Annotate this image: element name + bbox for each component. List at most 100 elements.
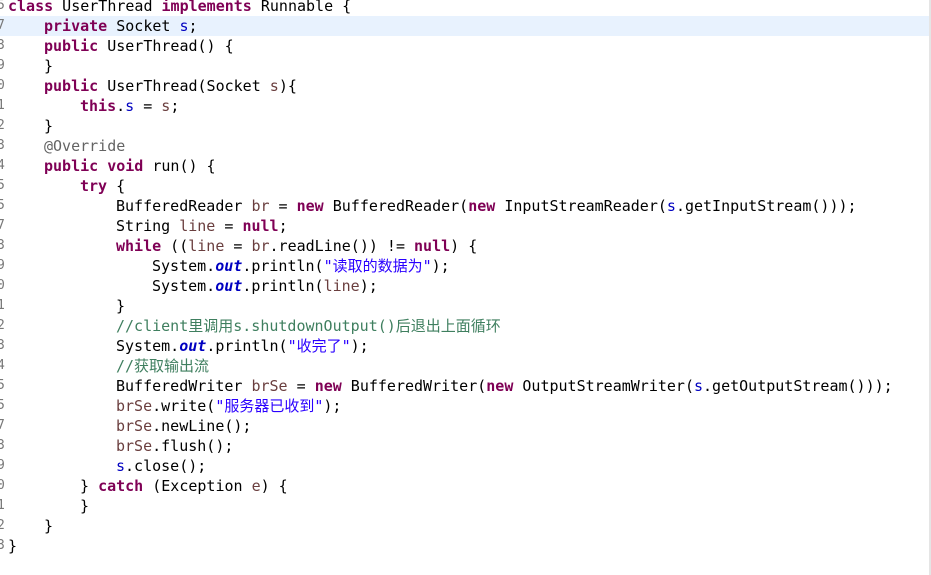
code-token: BufferedWriter( [341, 377, 487, 395]
code-token: s [666, 197, 676, 215]
code-line[interactable]: 3 while ((line = br.readLine()) != null) … [0, 236, 931, 256]
line-number: 7 [0, 218, 5, 233]
code-token: public [44, 77, 99, 95]
code-token: (( [161, 237, 189, 255]
code-token: "读取的数据为" [323, 257, 432, 275]
line-number: 5 [0, 198, 5, 213]
code-token: } [44, 57, 54, 75]
code-text: System.out.println(line); [152, 276, 378, 296]
line-number: 5 [0, 398, 5, 413]
line-number: 0 [0, 478, 5, 493]
code-line[interactable]: 1} [0, 496, 931, 516]
code-line[interactable]: 3} [0, 536, 931, 556]
code-token: ) { [260, 477, 288, 495]
line-number: 2 [0, 518, 5, 533]
code-token: implements [161, 0, 252, 15]
code-token: } [116, 297, 126, 315]
code-line[interactable]: 4 public void run() { [0, 156, 931, 176]
code-token: ){ [278, 77, 297, 95]
line-number: 3 [0, 238, 5, 253]
code-token: InputStreamReader( [495, 197, 667, 215]
code-token: while [116, 237, 162, 255]
code-token: br [251, 237, 270, 255]
code-token: .println( [242, 277, 324, 295]
line-number: 2 [0, 118, 5, 133]
code-line[interactable]: 5 brSe.write("服务器已收到"); [0, 396, 931, 416]
code-token: BufferedReader( [323, 197, 469, 215]
code-token: System. [152, 277, 216, 295]
code-token: ; [278, 217, 288, 235]
line-number: 0 [0, 278, 5, 293]
code-line[interactable]: 7 private Socket s; [0, 16, 931, 36]
code-line[interactable]: 5 try { [0, 176, 931, 196]
code-line[interactable]: 1} [0, 296, 931, 316]
code-line[interactable]: 9 s.close(); [0, 456, 931, 476]
code-text: s.close(); [116, 456, 206, 476]
code-line[interactable]: 9 System.out.println("读取的数据为"); [0, 256, 931, 276]
code-token: //获取输出流 [116, 357, 210, 375]
code-token: .flush(); [152, 437, 234, 455]
code-token: s [116, 457, 126, 475]
code-token: catch [98, 477, 144, 495]
code-token: new [486, 377, 514, 395]
code-text: brSe.newLine(); [116, 416, 251, 436]
code-line[interactable]: 3 @Override [0, 136, 931, 156]
code-token: = [224, 237, 252, 255]
code-token: public [44, 157, 99, 175]
line-number: 5 [0, 378, 5, 393]
code-line[interactable]: 0} catch (Exception e) { [0, 476, 931, 496]
code-token: System. [152, 257, 216, 275]
code-token: = [269, 197, 297, 215]
code-token: } [80, 477, 99, 495]
code-token: Runnable { [251, 0, 352, 15]
line-number: 9 [0, 258, 5, 273]
code-line[interactable]: 7 brSe.newLine(); [0, 416, 931, 436]
code-token: try [80, 177, 108, 195]
code-token: out [215, 277, 243, 295]
code-text: brSe.write("服务器已收到"); [116, 396, 341, 416]
code-editor[interactable]: 5 class UserThread implements Runnable {7… [0, 0, 931, 575]
code-text: brSe.flush(); [116, 436, 233, 456]
code-token: { [107, 177, 126, 195]
code-line[interactable]: 4 //获取输出流 [0, 356, 931, 376]
line-number: 3 [0, 138, 5, 153]
code-text: } [44, 516, 53, 536]
line-number: 4 [0, 358, 5, 373]
code-line[interactable]: 2 //client里调用s.shutdownOutput()后退出上面循环 [0, 316, 931, 336]
line-number: 4 [0, 158, 5, 173]
line-number: 3 [0, 338, 5, 353]
code-token: class [8, 0, 54, 15]
code-line[interactable]: 5 class UserThread implements Runnable { [0, 0, 931, 16]
line-number: 1 [0, 98, 5, 113]
line-number: 3 [0, 538, 5, 553]
code-token: String [116, 217, 180, 235]
code-text: //获取输出流 [116, 356, 209, 376]
code-line[interactable]: 3 brSe.flush(); [0, 436, 931, 456]
code-text: BufferedReader br = new BufferedReader(n… [116, 196, 857, 216]
code-token: @Override [44, 137, 126, 155]
code-token: UserThread() { [98, 37, 234, 55]
code-line[interactable]: 2} [0, 116, 931, 136]
code-token: ); [350, 337, 369, 355]
code-token: . [116, 97, 126, 115]
code-token: private [44, 17, 108, 35]
code-line[interactable]: 1 this.s = s; [0, 96, 931, 116]
code-text: System.out.println("收完了"); [116, 336, 369, 356]
line-number: 2 [0, 318, 5, 333]
code-line[interactable]: 2} [0, 516, 931, 536]
code-line[interactable]: 0 System.out.println(line); [0, 276, 931, 296]
code-line[interactable]: 0 public UserThread(Socket s){ [0, 76, 931, 96]
code-line[interactable]: 5 BufferedWriter brSe = new BufferedWrite… [0, 376, 931, 396]
code-line[interactable]: 3 public UserThread() { [0, 36, 931, 56]
code-line[interactable]: 9} [0, 56, 931, 76]
code-line[interactable]: 7 String line = null; [0, 216, 931, 236]
code-token: Socket [107, 17, 180, 35]
line-number: 5 [0, 0, 5, 13]
code-token: .println( [206, 337, 288, 355]
code-line[interactable]: 5 BufferedReader br = new BufferedReader(… [0, 196, 931, 216]
code-token: s [179, 17, 189, 35]
code-line[interactable]: 3 System.out.println("收完了"); [0, 336, 931, 356]
code-token: = [134, 97, 162, 115]
line-number: 5 [0, 178, 5, 193]
line-number: 9 [0, 58, 5, 73]
